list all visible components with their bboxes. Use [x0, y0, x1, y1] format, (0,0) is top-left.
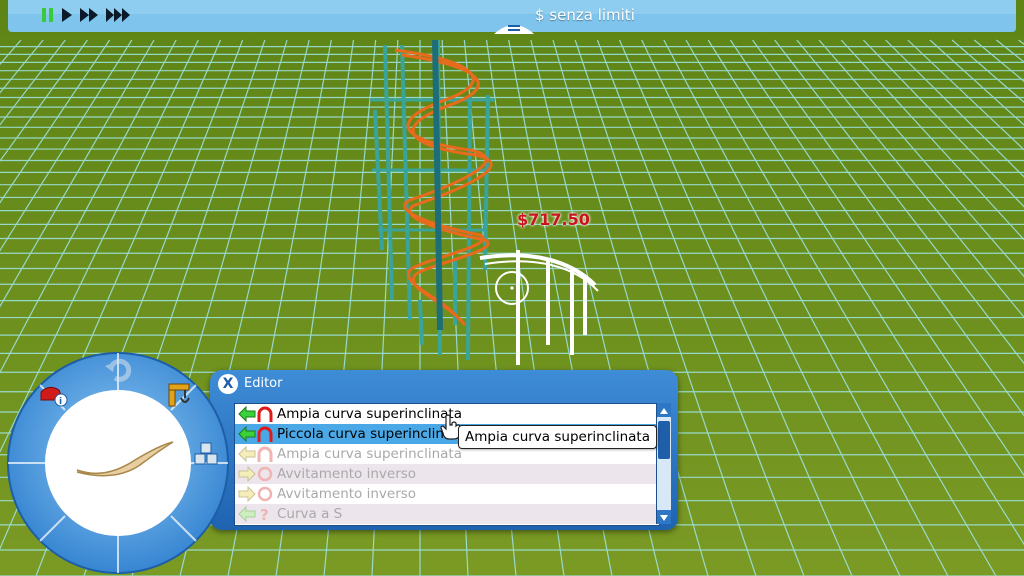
- chevron-up-icon: [660, 408, 668, 414]
- fastest-forward-icon[interactable]: [104, 6, 136, 26]
- loop-icon: [257, 486, 273, 502]
- list-scrollbar[interactable]: [656, 403, 671, 524]
- editor-title: Editor: [244, 376, 283, 391]
- list-item[interactable]: ? Curva a S: [235, 504, 659, 524]
- list-item[interactable]: Avvitamento inverso: [235, 464, 659, 484]
- arrow-left-icon: [238, 406, 256, 422]
- list-item-label: Ampia curva superinclinata: [277, 406, 462, 422]
- list-item-label: Avvitamento inverso: [277, 466, 417, 482]
- list-item[interactable]: Avvitamento inverso: [235, 484, 659, 504]
- arrow-left-icon: [238, 426, 256, 442]
- list-item-label: Avvitamento inverso: [277, 486, 417, 502]
- list-item-label: Ampia curva superinclinata: [277, 446, 462, 462]
- curve-icon: [257, 446, 273, 462]
- arrow-right-icon: [238, 486, 256, 502]
- svg-text:?: ?: [260, 506, 269, 522]
- fast-forward-icon[interactable]: [78, 6, 102, 26]
- svg-text:i: i: [59, 397, 62, 407]
- curve-icon: [257, 426, 273, 442]
- list-item-label: Curva a S: [277, 506, 343, 522]
- arrow-right-icon: [238, 466, 256, 482]
- money-display: $ senza limiti: [535, 6, 635, 24]
- chevron-down-icon: [660, 515, 668, 521]
- top-bar: $ senza limiti: [0, 0, 1024, 34]
- scroll-thumb[interactable]: [658, 421, 670, 459]
- play-icon[interactable]: [60, 6, 74, 26]
- loop-icon: [257, 466, 273, 482]
- expand-handle-icon[interactable]: [492, 14, 536, 34]
- arrow-left-icon: [238, 446, 256, 462]
- scroll-up-button[interactable]: [657, 403, 671, 417]
- curve-icon: [257, 406, 273, 422]
- arrow-left-icon: [238, 506, 256, 522]
- scroll-down-button[interactable]: [657, 510, 671, 524]
- tool-wheel: i: [7, 352, 229, 574]
- editor-panel: X Editor Ampia curva superinclinata Picc…: [210, 370, 678, 530]
- list-item-label: Piccola curva superinclinata: [277, 426, 466, 442]
- question-icon: ?: [260, 506, 269, 522]
- piece-price-label: $717.50: [517, 210, 590, 229]
- track-preview-panel: [45, 390, 191, 536]
- pause-icon[interactable]: [40, 6, 56, 26]
- tooltip: Ampia curva superinclinata: [458, 425, 657, 449]
